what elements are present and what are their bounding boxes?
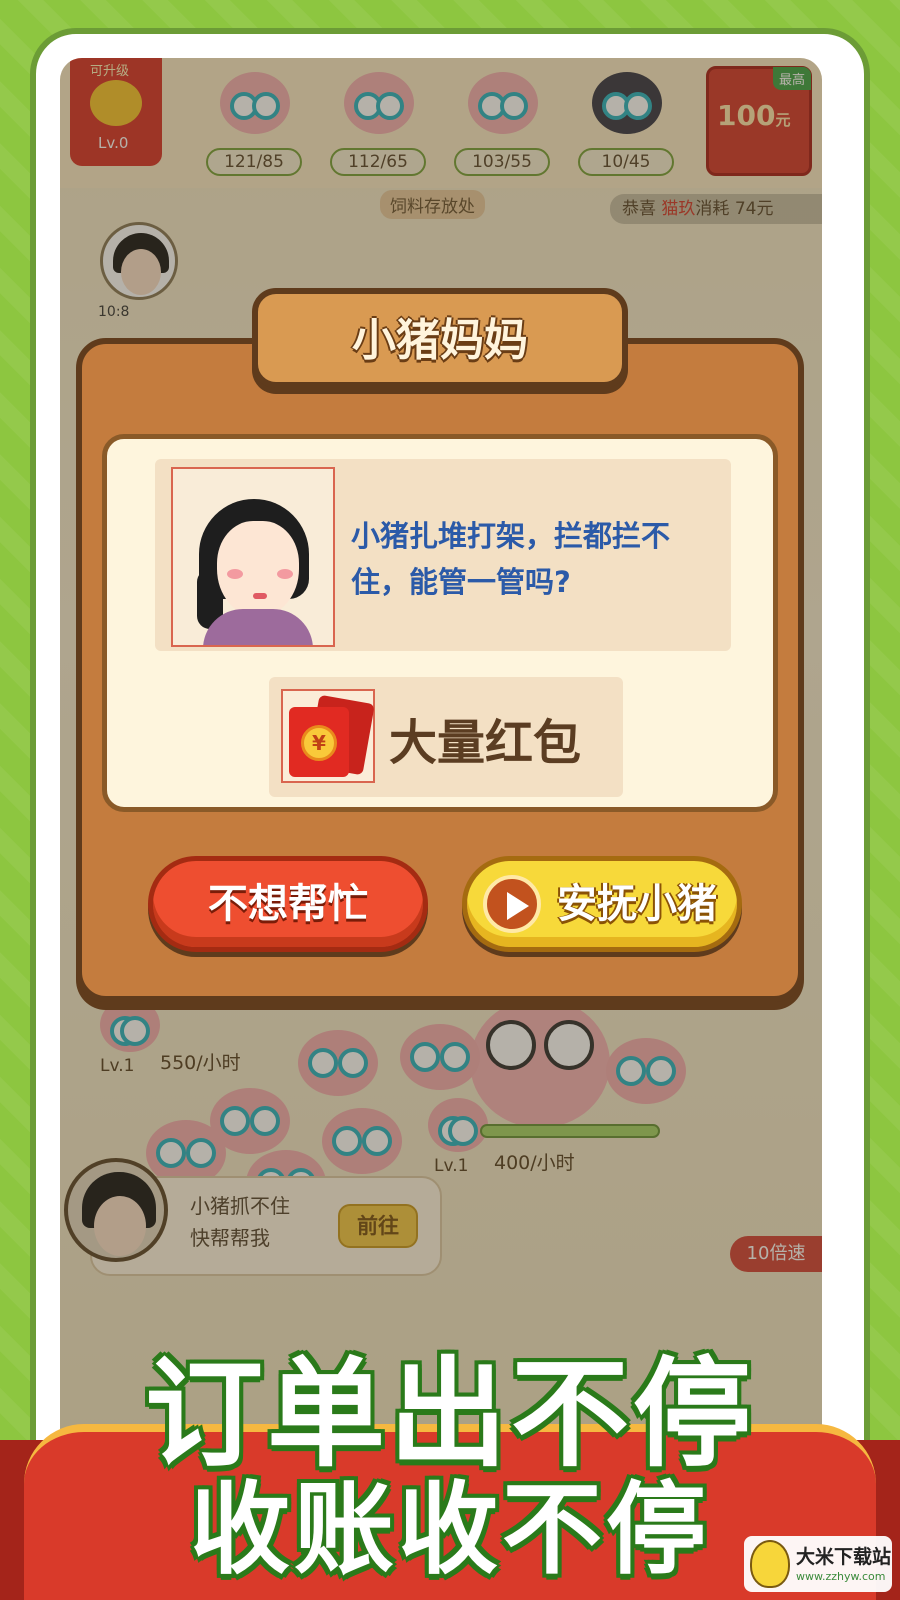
corn-logo-icon — [750, 1540, 790, 1588]
reward-label: 大量红包 — [389, 715, 582, 771]
speech-text: 小猪扎堆打架，拦都拦不住，能管一管吗? — [351, 519, 671, 599]
play-video-icon — [483, 875, 541, 933]
dialog-title-tab: 小猪妈妈 — [252, 288, 628, 388]
pig-mother-portrait — [171, 467, 335, 647]
reward-box: ¥ 大量红包 — [269, 677, 623, 797]
watermark-name: 大米下载站 — [796, 1546, 892, 1568]
soothe-label: 安抚小猪 — [557, 881, 717, 927]
site-watermark: 大米下载站 www.zzhyw.com — [744, 1536, 892, 1592]
coin-icon: ¥ — [301, 725, 337, 761]
decline-button[interactable]: 不想帮忙 — [148, 856, 428, 952]
red-envelope-icon: ¥ — [281, 689, 375, 783]
dialog-content: 小猪扎堆打架，拦都拦不住，能管一管吗? ¥ 大量红包 — [102, 434, 778, 812]
dialog-title: 小猪妈妈 — [352, 315, 528, 366]
watermark-url: www.zzhyw.com — [796, 1570, 886, 1583]
speech-box: 小猪扎堆打架，拦都拦不住，能管一管吗? — [155, 459, 731, 651]
event-dialog: 小猪扎堆打架，拦都拦不住，能管一管吗? ¥ 大量红包 不想帮忙 安抚小猪 — [76, 338, 804, 1002]
soothe-pigs-button[interactable]: 安抚小猪 — [462, 856, 742, 952]
